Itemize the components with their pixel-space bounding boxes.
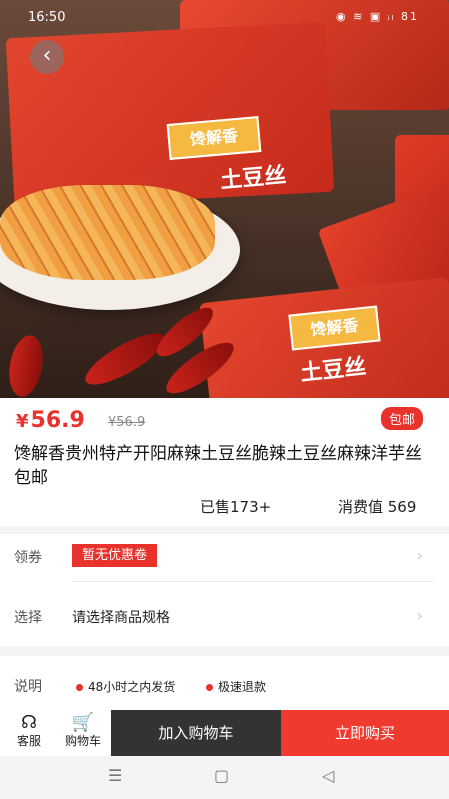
note-tag: 48小时之内发货 [76,678,175,695]
status-time: 16:50 [28,10,66,25]
bag-text: 土豆丝 [219,163,288,194]
menu-icon[interactable]: ☰ [108,766,122,785]
current-price: ¥56.9 [16,408,85,433]
buy-now-button[interactable]: 立即购买 [281,710,449,756]
back-nav-icon[interactable]: ◁ [322,766,334,785]
product-title: 馋解香贵州特产开阳麻辣土豆丝脆辣土豆丝麻辣洋芋丝包邮 [14,444,422,488]
bag-text: 土豆丝 [299,354,368,387]
cart-icon: 🛒 [71,712,95,733]
consume-value: 消费值 569 [338,498,417,516]
original-price: ¥56.9 [108,415,146,430]
coupon-value: 暂无优惠卷 [72,544,158,567]
bullet-dot-icon [206,684,213,691]
chili-pepper [79,324,171,394]
note-tag: 极速退款 [206,678,266,695]
spec-select-row[interactable]: 选择 › [0,582,449,646]
coupon-row[interactable]: 领券 暂无优惠卷 › [0,534,449,581]
cart-button[interactable]: 🛒 购物车 [58,710,108,749]
chili-pepper [4,332,48,398]
status-icons: ◉ ≋ ▣ ᵢₗ 81 [336,10,419,23]
product-image[interactable]: 馋解香 土豆丝 馋解香 土豆丝 16:50 ◉ ≋ ▣ ᵢₗ 81 ‹ [0,0,449,398]
system-nav-bar: ☰ ▢ ◁ [0,756,449,799]
options-card: 领券 暂无优惠卷 › 选择 › 请选择商品规格 [0,534,449,646]
free-shipping-badge: 包邮 [380,407,423,430]
select-value: 请选择商品规格 [72,610,170,626]
sold-count: 已售173+ [200,498,272,516]
customer-service-label: 客服 [16,734,41,748]
notes-card: 说明 48小时之内发货 极速退款 [0,656,449,714]
price-section: ¥56.9 ¥56.9 包邮 馋解香贵州特产开阳麻辣土豆丝脆辣土豆丝麻辣洋芋丝包… [0,398,449,526]
cart-label: 购物车 [64,734,101,748]
coupon-label: 领券 [14,550,42,566]
headset-icon: ☊ [21,712,37,733]
bullet-dot-icon [76,684,83,691]
chevron-right-icon: › [416,606,423,625]
select-label: 选择 [14,610,42,626]
bottom-action-bar: ☊ 客服 🛒 购物车 加入购物车 立即购买 [0,710,449,756]
customer-service-button[interactable]: ☊ 客服 [4,710,54,749]
fries [0,185,215,280]
add-to-cart-button[interactable]: 加入购物车 [111,710,281,756]
home-icon[interactable]: ▢ [214,766,229,785]
back-icon[interactable]: ‹ [30,40,64,74]
chevron-right-icon: › [416,546,423,565]
